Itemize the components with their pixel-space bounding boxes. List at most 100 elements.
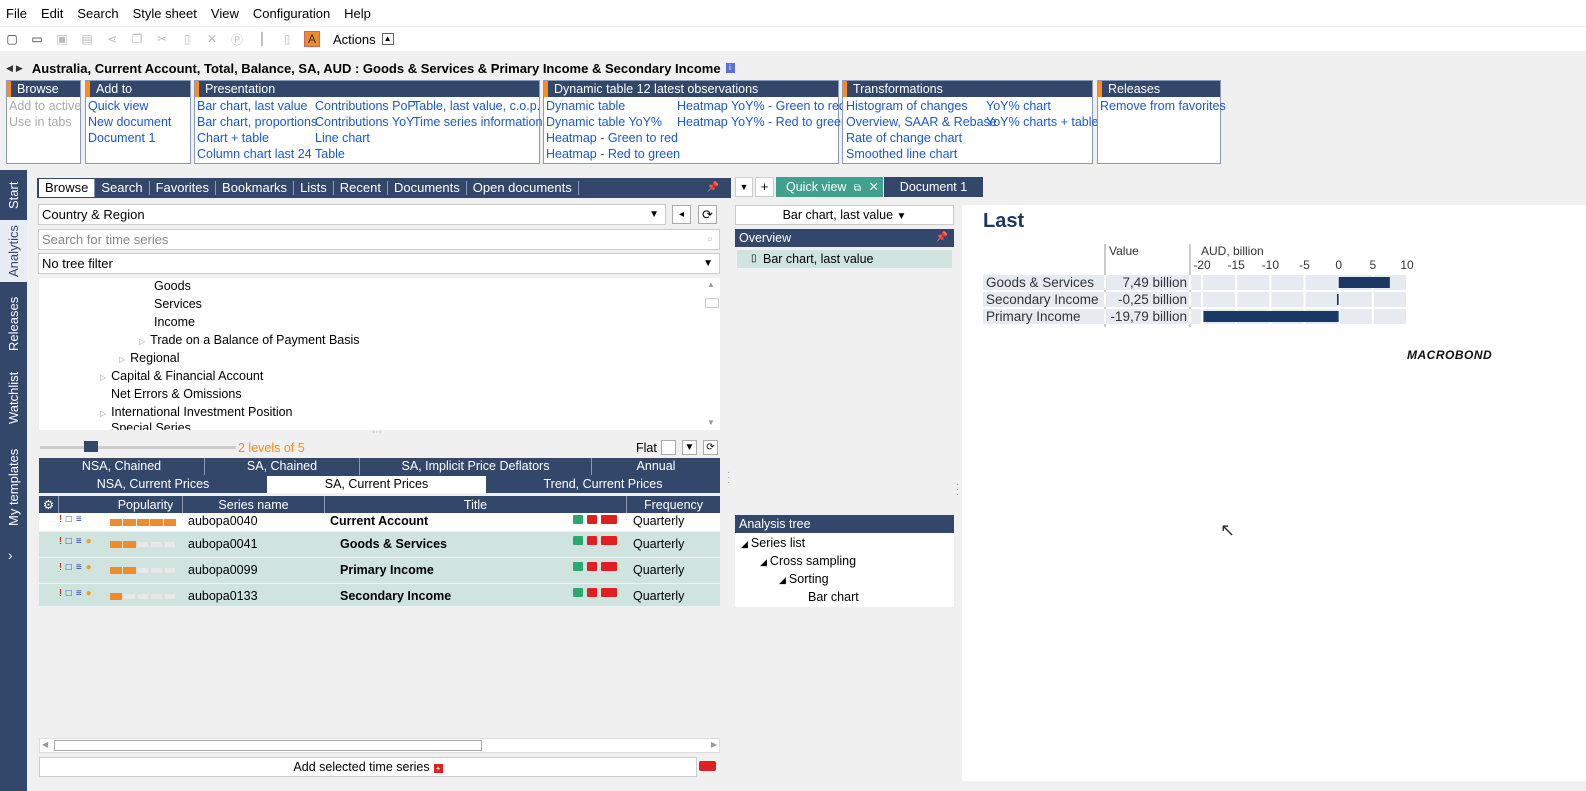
menu-view[interactable]: View [211, 4, 239, 23]
row-action-icons[interactable] [573, 588, 617, 597]
expand-icon[interactable]: ▷ [119, 355, 125, 364]
line-chart-link[interactable]: Line chart [315, 131, 370, 145]
tab-search[interactable]: Search [95, 181, 150, 195]
refresh-icon[interactable]: ⟳ [703, 440, 718, 455]
presentation-select[interactable]: Bar chart, last value ▼ [735, 205, 954, 225]
add-selected-button[interactable]: Add selected time series + [39, 757, 697, 777]
heatmap-yoy-red-green-link[interactable]: Heatmap YoY% - Red to green [677, 115, 848, 129]
sidebar-tab-watchlist[interactable]: Watchlist [0, 366, 27, 430]
add-tab-icon[interactable]: + [755, 177, 774, 197]
expand-icon[interactable]: ▷ [139, 337, 145, 346]
tree-node-special[interactable]: Special Series [111, 421, 191, 430]
bar[interactable] [1336, 294, 1339, 305]
splitter-handle[interactable]: · · · [956, 480, 959, 500]
heatmap-yoy-green-red-link[interactable]: Heatmap YoY% - Green to red [677, 99, 846, 113]
filter-sa-current[interactable]: SA, Current Prices [267, 476, 486, 493]
tree-node-iip[interactable]: ▷ International Investment Position [100, 405, 293, 419]
bar-chart[interactable]: Last Value AUD, billion -20 -15 -10 -5 0 5 10 … [962, 205, 1586, 405]
filter-nsa-current[interactable]: NSA, Current Prices [39, 476, 267, 493]
overview-item[interactable]: ▯ Bar chart, last value [737, 250, 952, 268]
analysis-node-cross-sampling[interactable]: ◢ Cross sampling [760, 554, 856, 568]
row-action-icons[interactable] [573, 536, 617, 545]
scroll-up-icon[interactable]: ▲ [707, 280, 715, 289]
bar-chart-proportions-link[interactable]: Bar chart, proportions [197, 115, 317, 129]
expand-icon[interactable]: ▷ [100, 373, 106, 382]
new-document-icon[interactable]: ▢ [4, 31, 20, 47]
sidebar-tab-analytics[interactable]: Analytics [0, 220, 27, 282]
tab-browse[interactable]: Browse [39, 179, 96, 197]
close-icon[interactable]: ✕ [869, 180, 879, 194]
search-series-input[interactable]: Search for time series ⌕ [38, 229, 720, 250]
menu-file[interactable]: File [6, 4, 27, 23]
table-last-value-link[interactable]: Table, last value, c.o.p. [413, 99, 540, 113]
back-icon[interactable]: ◀ [6, 63, 13, 74]
smoothed-line-link[interactable]: Smoothed line chart [846, 147, 957, 161]
tree-scrollbar[interactable]: ▲ ▼ [704, 278, 720, 430]
table-link[interactable]: Table [315, 147, 345, 161]
filter-nsa-chained[interactable]: NSA, Chained [39, 458, 204, 475]
copy-icon[interactable]: ❐ [129, 31, 145, 47]
heatmap-green-red-link[interactable]: Heatmap - Green to red [546, 131, 678, 145]
sidebar-tab-my-templates[interactable]: My templates [0, 442, 27, 532]
yoy-charts-table-link[interactable]: YoY% charts + table [986, 115, 1098, 129]
scroll-left-icon[interactable]: ◀ [42, 740, 48, 749]
doc-menu-dropdown-icon[interactable]: ▼ [735, 177, 753, 197]
col-frequency[interactable]: Frequency [627, 496, 720, 514]
menu-style-sheet[interactable]: Style sheet [133, 4, 197, 23]
add-to-active-link[interactable]: Add to active [9, 99, 81, 113]
menu-search[interactable]: Search [77, 4, 118, 23]
scroll-thumb[interactable] [705, 298, 719, 308]
filter-trend-current[interactable]: Trend, Current Prices [486, 476, 720, 493]
menu-configuration[interactable]: Configuration [253, 4, 330, 23]
dynamic-table-yoy-link[interactable]: Dynamic table YoY% [546, 115, 662, 129]
paste-icon[interactable]: ▯ [179, 31, 195, 47]
horizontal-scroll-thumb[interactable] [54, 740, 482, 751]
flat-checkbox[interactable] [661, 440, 676, 455]
properties-icon[interactable]: Ⓟ [229, 31, 245, 47]
table-row[interactable]: ! □ ≡ aubopa0040 Current Account Quarterly [39, 513, 720, 531]
column-chart-link[interactable]: Column chart last 24 [197, 147, 312, 161]
chevron-right-icon[interactable]: › [8, 547, 13, 563]
table-row[interactable]: ! □ ≡ ● aubopa0099 Primary Income Quarterly [39, 558, 720, 583]
share-icon[interactable]: ⋖ [104, 31, 120, 47]
pop-out-icon[interactable]: ⧉ [854, 183, 861, 194]
tree-node-goods[interactable]: Goods [154, 279, 191, 293]
tree-node-trade[interactable]: ▷ Trade on a Balance of Payment Basis [139, 333, 360, 347]
add-to-document-icon[interactable] [699, 761, 716, 771]
remove-favorites-link[interactable]: Remove from favorites [1100, 99, 1226, 113]
tab-documents[interactable]: Documents [388, 181, 467, 195]
row-status-icons[interactable]: ! □ ≡ ● [59, 588, 92, 599]
analysis-node-sorting[interactable]: ◢ Sorting [779, 572, 829, 586]
analytics-icon[interactable]: A [304, 31, 320, 47]
country-region-select[interactable]: Country & Region ▼ [38, 204, 666, 225]
cut-icon[interactable]: ✂ [154, 31, 170, 47]
filter-sa-deflators[interactable]: SA, Implicit Price Deflators [359, 458, 591, 475]
analysis-node-bar-chart[interactable]: Bar chart [808, 590, 859, 604]
pin-icon[interactable]: 📌 [701, 181, 725, 195]
back-arrow-icon[interactable]: ◂ [672, 205, 691, 224]
scroll-right-icon[interactable]: ▶ [711, 740, 717, 749]
menu-help[interactable]: Help [344, 4, 371, 23]
lock-icon[interactable]: ▯ [279, 31, 295, 47]
tree-node-capital[interactable]: ▷ Capital & Financial Account [100, 369, 263, 383]
overview-saar-link[interactable]: Overview, SAAR & Rebase [846, 115, 997, 129]
splitter-handle[interactable]: · · · [727, 468, 730, 488]
tab-quick-view[interactable]: Quick view ⧉ ✕ [776, 177, 883, 197]
tree-filter-select[interactable]: No tree filter ▼ [38, 253, 720, 274]
row-action-icons[interactable] [573, 562, 617, 571]
pin-icon[interactable]: 📌 [936, 229, 948, 247]
tab-document-1[interactable]: Document 1 [884, 177, 983, 197]
filter-icon[interactable]: ▼ [682, 440, 697, 455]
bar[interactable] [1203, 311, 1339, 322]
contributions-pop-link[interactable]: Contributions PoP [315, 99, 416, 113]
filter-sa-chained[interactable]: SA, Chained [204, 458, 359, 475]
row-action-icons[interactable] [573, 515, 617, 524]
use-in-tabs-link[interactable]: Use in tabs [9, 115, 72, 129]
tab-favorites[interactable]: Favorites [150, 181, 217, 195]
time-series-info-link[interactable]: Time series information [413, 115, 542, 129]
tab-bookmarks[interactable]: Bookmarks [216, 181, 295, 195]
refresh-icon[interactable]: ⟳ [698, 205, 717, 224]
quick-view-link[interactable]: Quick view [88, 99, 148, 113]
chart-icon[interactable]: ┃ [254, 31, 270, 47]
col-series-name[interactable]: Series name [183, 496, 325, 514]
